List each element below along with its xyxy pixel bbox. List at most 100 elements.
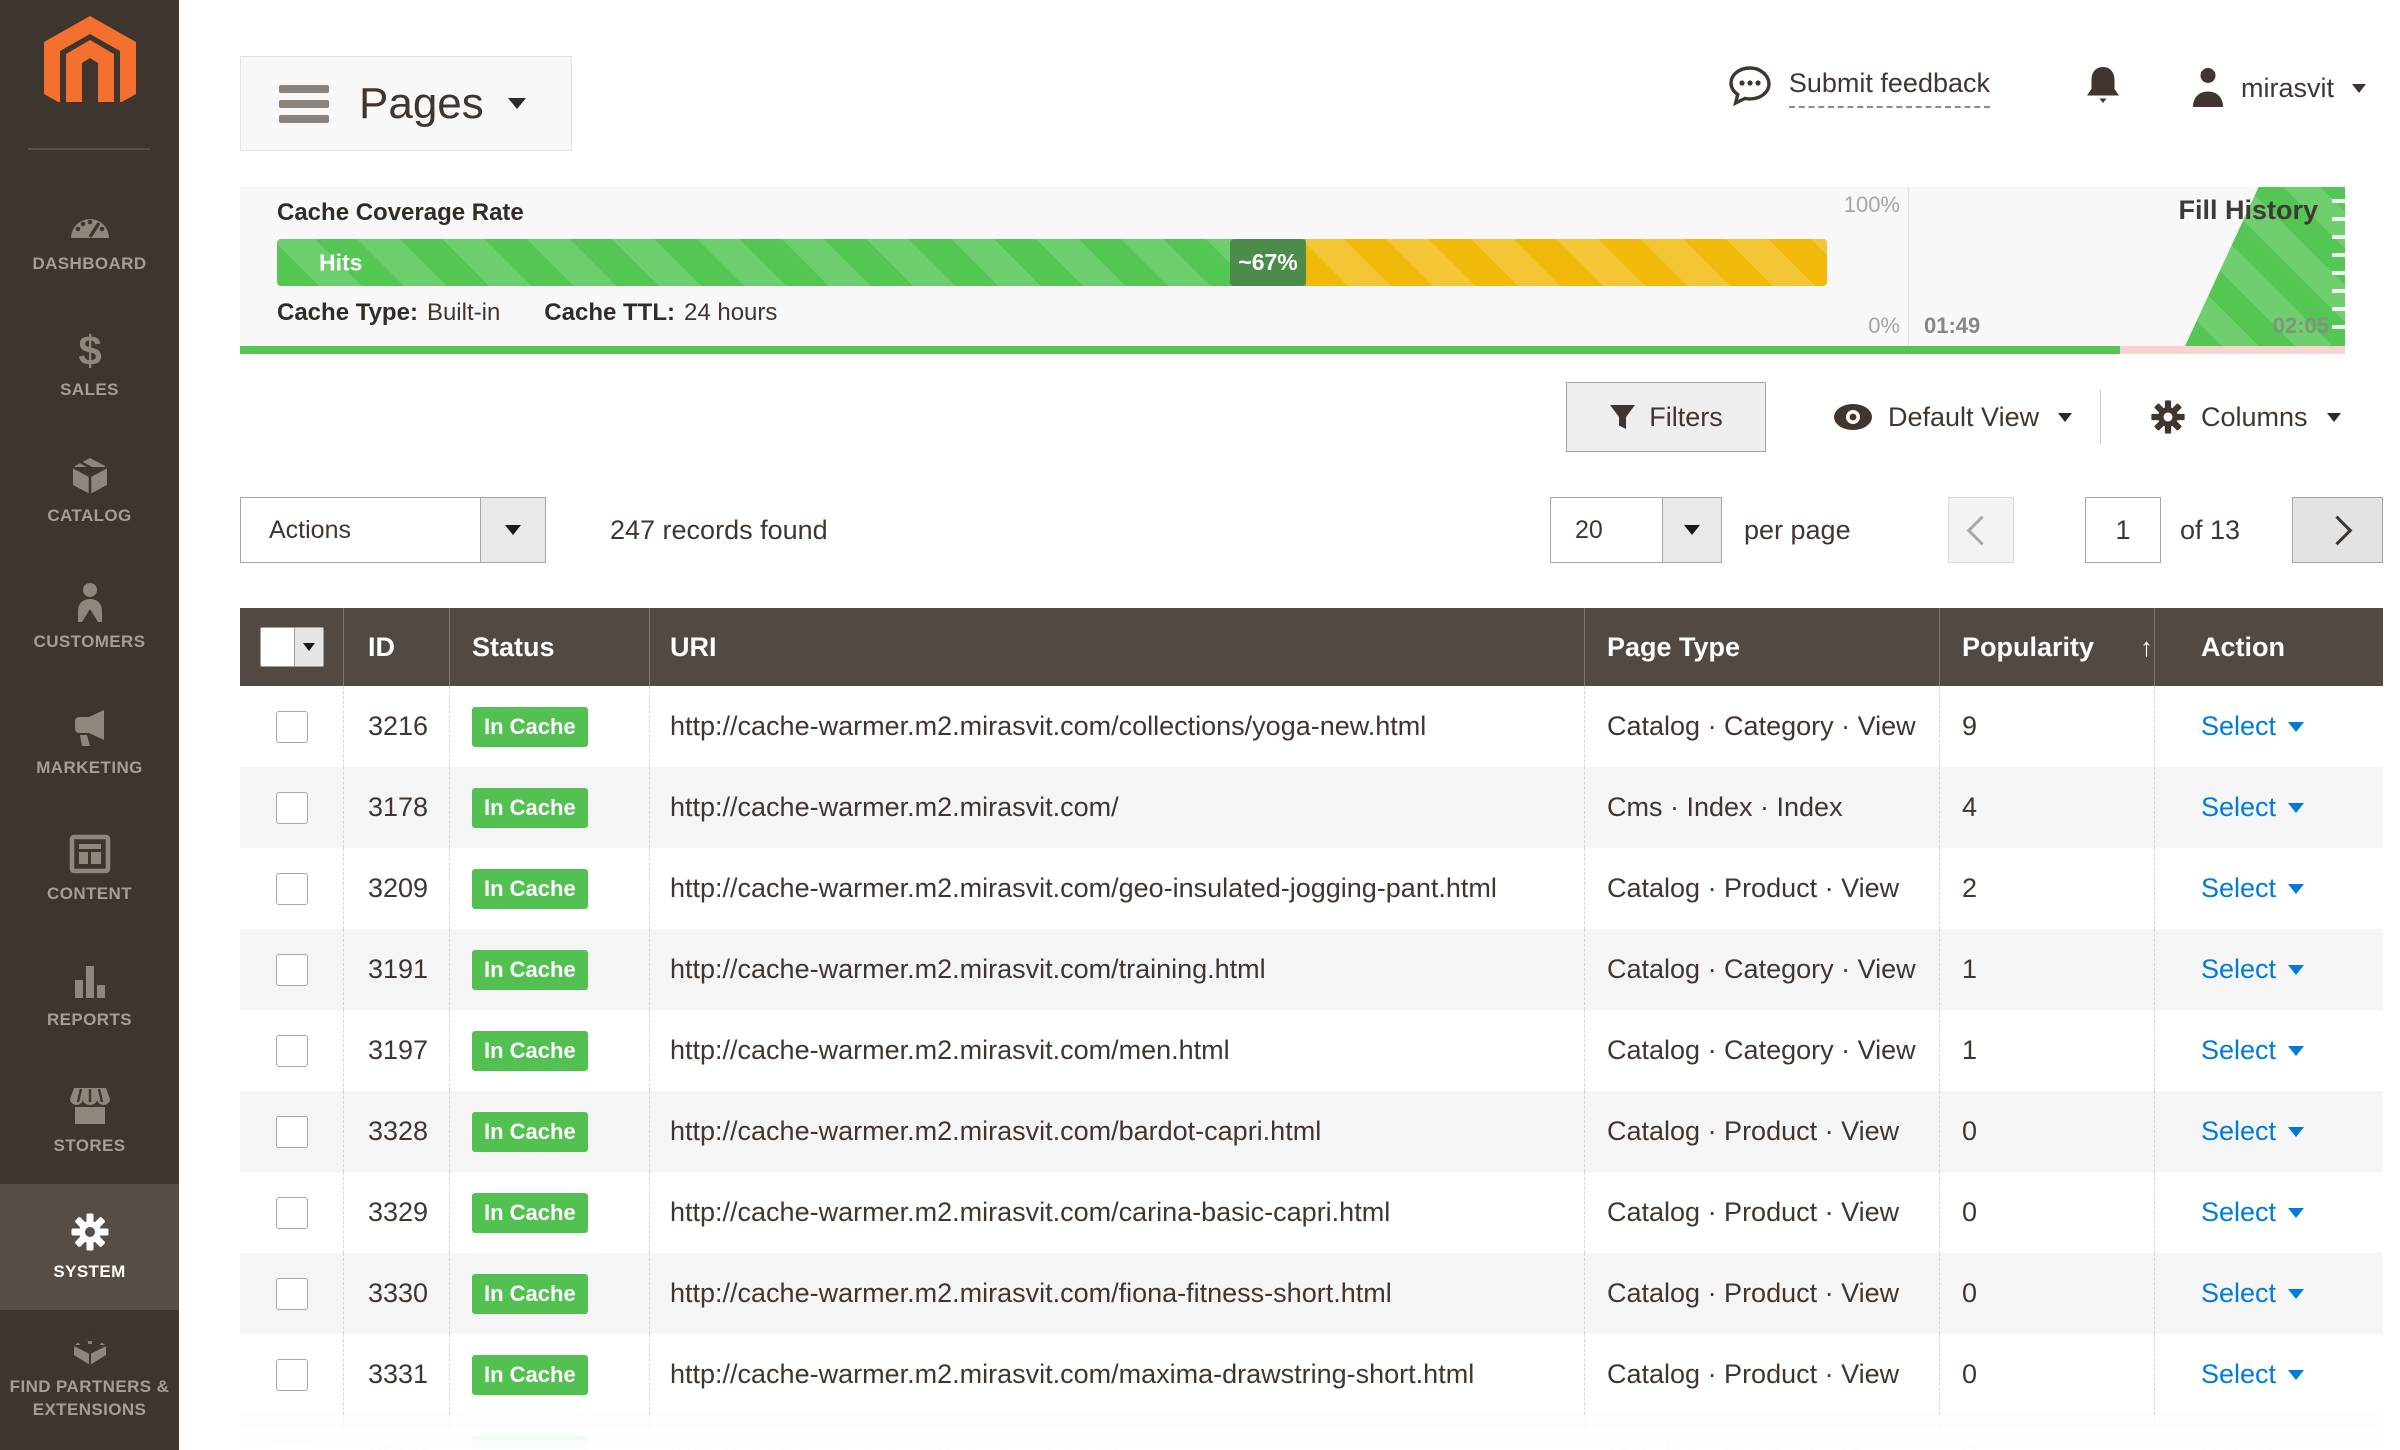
status-badge: In Cache: [472, 1274, 588, 1314]
progress-remaining-segment: [2120, 346, 2345, 354]
row-checkbox[interactable]: [276, 1116, 308, 1148]
axis-min-label: 0%: [1780, 313, 1900, 339]
column-header-popularity[interactable]: Popularity ↑: [1940, 608, 2155, 686]
row-page-type-cell: Catalog · Product · View: [1585, 848, 1940, 929]
account-menu[interactable]: mirasvit: [2189, 65, 2366, 112]
notifications-bell-icon[interactable]: [2085, 65, 2121, 112]
row-checkbox[interactable]: [276, 1035, 308, 1067]
row-popularity-cell: 4: [1940, 767, 2155, 848]
select-all-caret-icon[interactable]: [294, 628, 323, 666]
row-popularity-cell: 0: [1940, 1172, 2155, 1253]
view-label: Default View: [1888, 402, 2039, 433]
column-header-status[interactable]: Status: [450, 608, 650, 686]
sidebar-item-label: CUSTOMERS: [28, 631, 152, 654]
select-all-checkbox[interactable]: [260, 627, 324, 667]
column-header-uri[interactable]: URI: [650, 608, 1585, 686]
sidebar-item-find-partners-extensions[interactable]: FIND PARTNERS & EXTENSIONS: [0, 1310, 179, 1436]
sidebar-item-stores[interactable]: STORES: [0, 1058, 179, 1184]
current-page-input[interactable]: [2085, 497, 2161, 563]
per-page-dropdown[interactable]: 20: [1550, 497, 1722, 563]
row-popularity-cell: 0: [1940, 1334, 2155, 1415]
select-caret-icon[interactable]: [2288, 803, 2304, 813]
previous-page-button[interactable]: [1948, 497, 2014, 563]
select-caret-icon[interactable]: [2288, 1289, 2304, 1299]
sidebar-divider: [28, 148, 150, 150]
cache-warmer-pages-screen: DASHBOARD$SALESCATALOG CUSTOMERS MARKETING…: [0, 0, 2400, 1450]
columns-caret-icon: [2327, 413, 2341, 422]
select-caret-icon[interactable]: [2288, 1046, 2304, 1056]
sidebar-item-reports[interactable]: REPORTS: [0, 932, 179, 1058]
columns-dropdown[interactable]: Columns: [2150, 382, 2341, 452]
row-id-cell: 3178: [344, 767, 450, 848]
row-checkbox[interactable]: [276, 792, 308, 824]
select-all-box[interactable]: [261, 628, 294, 666]
row-page-type-cell: Catalog · Category · View: [1585, 686, 1940, 767]
filters-button[interactable]: Filters: [1566, 382, 1766, 452]
time-end-label: 02:05: [2273, 313, 2329, 339]
sidebar-item-catalog[interactable]: CATALOG: [0, 428, 179, 554]
row-checkbox[interactable]: [276, 1359, 308, 1391]
view-caret-icon: [2058, 413, 2072, 422]
select-action-link[interactable]: Select: [2201, 1278, 2276, 1309]
select-action-link[interactable]: Select: [2201, 1359, 2276, 1390]
svg-text:$: $: [78, 330, 101, 370]
select-caret-icon[interactable]: [2288, 722, 2304, 732]
sidebar-item-customers[interactable]: CUSTOMERS: [0, 554, 179, 680]
grid-header-row: ID Status URI Page Type Popularity ↑ Act…: [240, 608, 2383, 686]
select-caret-icon[interactable]: [2288, 1208, 2304, 1218]
submit-feedback-link[interactable]: Submit feedback: [1727, 65, 1990, 112]
select-caret-icon[interactable]: [2288, 1127, 2304, 1137]
progress-complete-segment: [240, 346, 2120, 354]
magento-logo-icon[interactable]: [44, 16, 136, 102]
actions-dropdown[interactable]: Actions: [240, 497, 546, 563]
row-page-type-cell: Catalog · Category · View: [1585, 929, 1940, 1010]
select-action-link[interactable]: Select: [2201, 1116, 2276, 1147]
select-action-link[interactable]: Select: [2201, 954, 2276, 985]
row-popularity-cell: 0: [1940, 1091, 2155, 1172]
select-action-link[interactable]: Select: [2201, 792, 2276, 823]
select-action-link[interactable]: Select: [2201, 711, 2276, 742]
dashboard-icon: [68, 202, 112, 244]
filters-label: Filters: [1649, 402, 1723, 433]
row-popularity-cell: 9: [1940, 686, 2155, 767]
select-action-link[interactable]: Select: [2201, 873, 2276, 904]
sidebar-item-sales[interactable]: $SALES: [0, 302, 179, 428]
default-view-dropdown[interactable]: Default View: [1833, 382, 2072, 452]
row-checkbox[interactable]: [276, 954, 308, 986]
next-page-button[interactable]: [2292, 497, 2383, 563]
bottom-fade-overlay: [240, 1415, 2383, 1450]
select-caret-icon[interactable]: [2288, 884, 2304, 894]
row-checkbox[interactable]: [276, 711, 308, 743]
row-page-type-cell: Catalog · Product · View: [1585, 1253, 1940, 1334]
row-id-cell: 3197: [344, 1010, 450, 1091]
sidebar-item-label: FIND PARTNERS & EXTENSIONS: [0, 1376, 179, 1422]
extensions-icon: [68, 1325, 112, 1367]
cache-coverage-title: Cache Coverage Rate: [277, 199, 524, 227]
row-action-cell: Select: [2155, 1253, 2383, 1334]
hits-label: Hits: [319, 249, 362, 276]
submit-feedback-label: Submit feedback: [1789, 68, 1990, 108]
sidebar-item-system[interactable]: SYSTEM: [0, 1184, 179, 1310]
sidebar-item-dashboard[interactable]: DASHBOARD: [0, 176, 179, 302]
select-caret-icon[interactable]: [2288, 1370, 2304, 1380]
grid-body: 3216 In Cache http://cache-warmer.m2.mir…: [240, 686, 2383, 1415]
row-checkbox[interactable]: [276, 1278, 308, 1310]
page-title-caret-icon[interactable]: [508, 98, 526, 109]
column-header-id[interactable]: ID: [344, 608, 450, 686]
select-action-link[interactable]: Select: [2201, 1035, 2276, 1066]
row-checkbox[interactable]: [276, 1197, 308, 1229]
cache-ttl-value: 24 hours: [684, 299, 777, 327]
menu-icon[interactable]: [279, 85, 329, 123]
column-header-action[interactable]: Action: [2155, 608, 2383, 686]
select-caret-icon[interactable]: [2288, 965, 2304, 975]
row-checkbox[interactable]: [276, 873, 308, 905]
row-uri-cell: http://cache-warmer.m2.mirasvit.com/maxi…: [650, 1334, 1585, 1415]
row-action-cell: Select: [2155, 1010, 2383, 1091]
sort-ascending-icon[interactable]: ↑: [2140, 632, 2153, 663]
row-uri-cell: http://cache-warmer.m2.mirasvit.com/men.…: [650, 1010, 1585, 1091]
sidebar-item-marketing[interactable]: MARKETING: [0, 680, 179, 806]
select-action-link[interactable]: Select: [2201, 1197, 2276, 1228]
sidebar-item-label: SYSTEM: [47, 1261, 131, 1284]
column-header-page-type[interactable]: Page Type: [1585, 608, 1940, 686]
sidebar-item-content[interactable]: CONTENT: [0, 806, 179, 932]
